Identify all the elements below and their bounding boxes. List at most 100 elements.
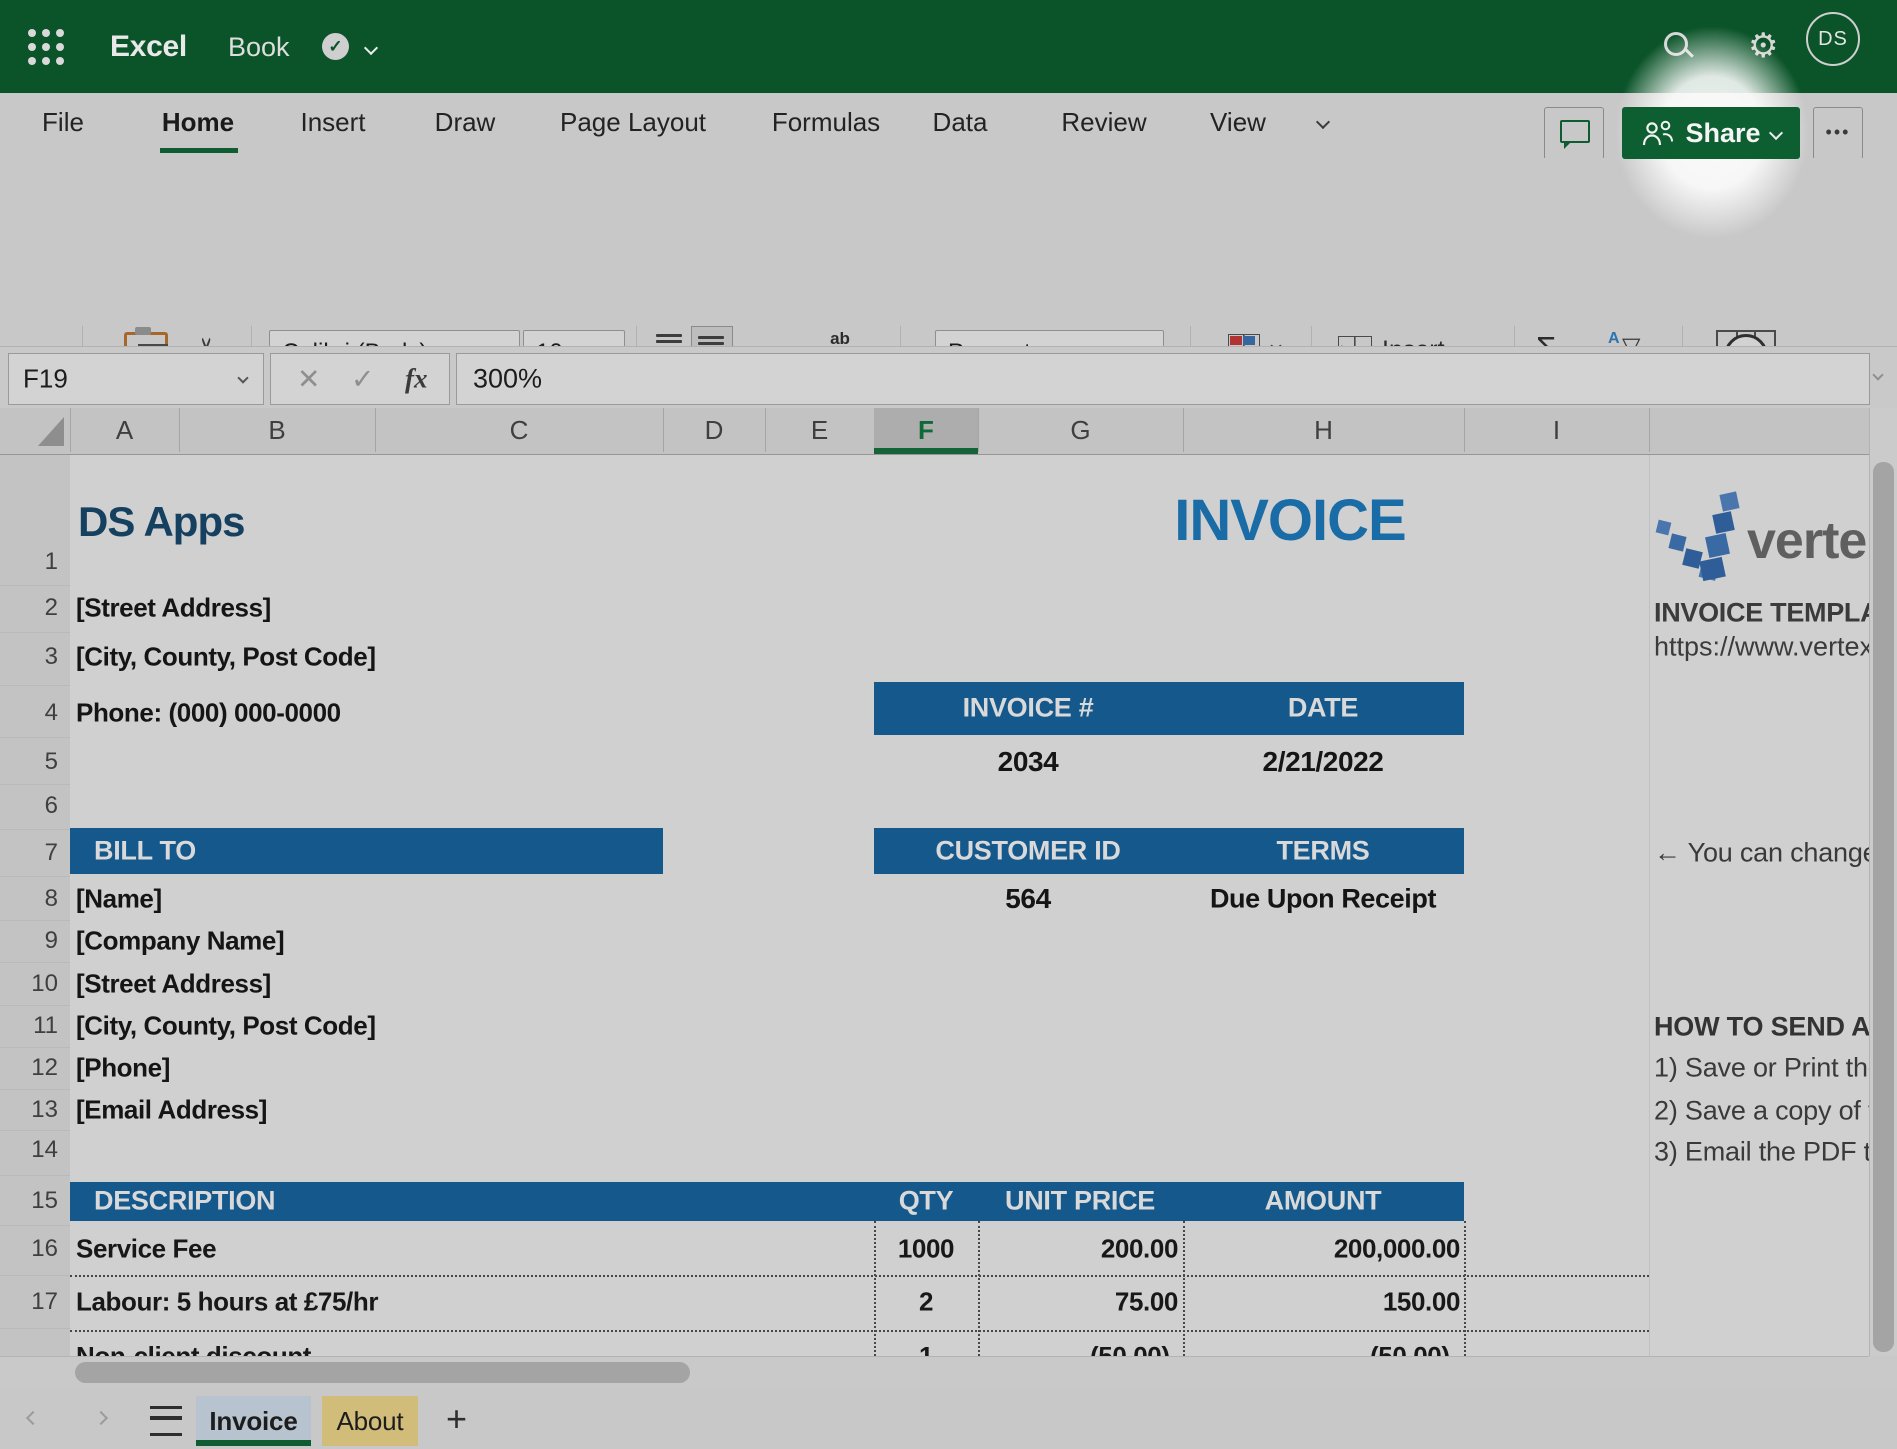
clipboard-clip [135, 327, 151, 335]
sheet-tab-about-label: About [337, 1406, 404, 1437]
tab-page-layout[interactable]: Page Layout [560, 107, 706, 138]
sheet-nav-prev-icon[interactable] [26, 1411, 40, 1425]
row-header-2[interactable]: 2 [0, 594, 58, 622]
cloud-saved-icon: ✓ [322, 33, 349, 60]
sheet-list-hamburger-icon[interactable] [150, 1406, 182, 1436]
comments-button[interactable] [1544, 107, 1604, 160]
row-header-13[interactable]: 13 [0, 1096, 58, 1124]
column-header-d[interactable]: D [663, 408, 766, 452]
formula-value: 300% [473, 364, 542, 395]
row-header-5[interactable]: 5 [0, 748, 58, 776]
row-header-gutter[interactable]: 1 2 3 4 5 6 7 8 9 10 11 12 13 14 15 16 1… [0, 455, 71, 1356]
tab-review[interactable]: Review [1061, 107, 1146, 138]
vertical-scrollbar[interactable] [1869, 408, 1897, 1356]
customer-id-label: CUSTOMER ID [935, 836, 1120, 867]
document-title[interactable]: Book [228, 32, 290, 63]
row-header-15[interactable]: 15 [0, 1187, 58, 1215]
item-2-amount: 150.00 [1383, 1287, 1460, 1318]
invoice-date-cell: 2/21/2022 [1263, 746, 1384, 778]
tab-data[interactable]: Data [933, 107, 988, 138]
sheet-nav-next-icon[interactable] [94, 1411, 108, 1425]
item-1-qty: 1000 [898, 1234, 954, 1265]
column-i-right-gridline [1649, 455, 1650, 1356]
formula-input[interactable]: 300% [456, 353, 1870, 405]
tab-draw[interactable]: Draw [435, 107, 496, 138]
scrollbar-corner [1869, 1356, 1897, 1388]
column-header-h[interactable]: H [1183, 408, 1465, 452]
tab-insert[interactable]: Insert [300, 107, 365, 138]
row-header-3[interactable]: 3 [0, 643, 58, 671]
horizontal-scrollbar[interactable] [0, 1356, 1869, 1389]
dashed-col-border-2 [978, 1221, 980, 1356]
note-step2-cell: 2) Save a copy of the [1654, 1096, 1869, 1127]
company-name-cell: DS Apps [78, 498, 244, 546]
column-header-i[interactable]: I [1464, 408, 1650, 452]
settings-gear-icon[interactable]: ⚙ [1748, 26, 1778, 66]
invoice-number-cell: 2034 [998, 746, 1059, 778]
row-header-11[interactable]: 11 [0, 1012, 58, 1040]
row-header-1[interactable]: 1 [0, 548, 58, 576]
more-tabs-chevron-icon[interactable] [1316, 115, 1330, 129]
bill-to-label: BILL TO [94, 836, 196, 867]
note-change-cell: ← You can change T [1654, 838, 1869, 869]
row-header-9[interactable]: 9 [0, 927, 58, 955]
tab-view[interactable]: View [1210, 107, 1266, 138]
item-3-price-clipped: (50.00) [1090, 1341, 1170, 1356]
column-header-g[interactable]: G [978, 408, 1184, 452]
column-header-e[interactable]: E [765, 408, 875, 452]
date-label: DATE [1288, 693, 1358, 724]
app-launcher-waffle-icon[interactable] [28, 29, 64, 65]
share-button[interactable]: Share [1622, 107, 1800, 159]
tab-formulas[interactable]: Formulas [772, 107, 880, 138]
company-phone-cell: Phone: (000) 000-0000 [76, 698, 341, 729]
bill-street-cell: [Street Address] [76, 969, 271, 1000]
search-icon[interactable] [1664, 32, 1688, 56]
select-all-corner[interactable] [0, 408, 71, 452]
sheet-tab-invoice[interactable]: Invoice [196, 1396, 311, 1446]
name-box[interactable]: F19 [8, 353, 264, 405]
row-header-6[interactable]: 6 [0, 792, 58, 820]
row-header-12[interactable]: 12 [0, 1054, 58, 1082]
row-header-8[interactable]: 8 [0, 885, 58, 913]
spreadsheet-grid[interactable]: DS Apps [Street Address] [City, County, … [70, 455, 1869, 1356]
invoice-date-header-bar: INVOICE # DATE [874, 682, 1464, 735]
ribbon-overflow-button[interactable]: ••• [1813, 107, 1863, 160]
document-title-chevron-icon[interactable] [364, 41, 378, 55]
row-header-17[interactable]: 17 [0, 1288, 58, 1316]
bill-company-cell: [Company Name] [76, 926, 284, 957]
app-name: Excel [110, 30, 187, 64]
app-top-bar: Excel Book ✓ ⚙ DS [0, 0, 1897, 93]
tab-file[interactable]: File [42, 107, 84, 138]
enter-check-icon[interactable]: ✓ [351, 363, 374, 396]
horizontal-scrollbar-thumb[interactable] [75, 1362, 690, 1383]
customer-id-cell: 564 [1005, 883, 1051, 915]
row-header-7[interactable]: 7 [0, 839, 58, 867]
fx-icon[interactable]: fx [405, 364, 428, 395]
tab-home[interactable]: Home [162, 107, 234, 138]
row-header-16[interactable]: 16 [0, 1235, 58, 1263]
share-chevron-icon [1768, 126, 1782, 140]
row-header-10[interactable]: 10 [0, 970, 58, 998]
column-header-f-selected[interactable]: F [874, 408, 979, 452]
cancel-icon[interactable]: ✕ [297, 363, 320, 396]
item-2-price: 75.00 [1115, 1287, 1178, 1318]
cell-reference: F19 [23, 364, 68, 395]
column-header-c[interactable]: C [375, 408, 664, 452]
row-header-14[interactable]: 14 [0, 1136, 58, 1164]
terms-cell: Due Upon Receipt [1210, 884, 1436, 915]
note-step1-cell: 1) Save or Print the [1654, 1053, 1869, 1084]
column-header-a[interactable]: A [70, 408, 180, 452]
column-header-b[interactable]: B [179, 408, 376, 452]
dashed-row-border-1 [70, 1275, 1649, 1277]
sheet-tab-bar: Invoice About + [0, 1388, 1897, 1449]
row-header-4[interactable]: 4 [0, 699, 58, 727]
invoice-number-label: INVOICE # [963, 693, 1094, 724]
dashed-col-border-4 [1464, 1221, 1466, 1356]
sheet-tab-about[interactable]: About [322, 1396, 418, 1446]
dashed-col-border-3 [1183, 1221, 1185, 1356]
active-sheet-underline [196, 1440, 311, 1446]
add-sheet-button[interactable]: + [446, 1398, 467, 1440]
avatar[interactable]: DS [1806, 12, 1860, 66]
expand-formula-bar-chevron-icon[interactable] [1872, 369, 1883, 380]
vertical-scrollbar-thumb[interactable] [1873, 462, 1894, 1352]
